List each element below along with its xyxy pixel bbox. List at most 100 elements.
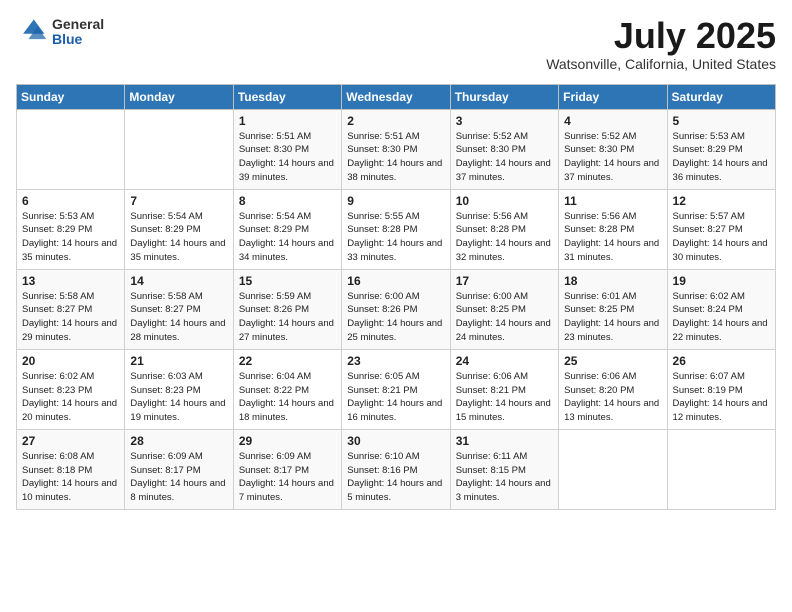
calendar-cell: 9 Sunrise: 5:55 AMSunset: 8:28 PMDaylight… [342,189,450,269]
day-number: 31 [456,434,553,448]
cell-detail: Sunrise: 5:53 AMSunset: 8:29 PMDaylight:… [22,210,119,265]
calendar-cell [125,109,233,189]
day-number: 1 [239,114,336,128]
cell-detail: Sunrise: 5:56 AMSunset: 8:28 PMDaylight:… [564,210,661,265]
calendar-cell: 7 Sunrise: 5:54 AMSunset: 8:29 PMDaylight… [125,189,233,269]
cell-detail: Sunrise: 6:02 AMSunset: 8:23 PMDaylight:… [22,370,119,425]
day-number: 20 [22,354,119,368]
calendar-cell: 13Sunrise: 5:58 AMSunset: 8:27 PMDayligh… [17,269,125,349]
calendar-week-row: 13Sunrise: 5:58 AMSunset: 8:27 PMDayligh… [17,269,776,349]
cell-detail: Sunrise: 5:58 AMSunset: 8:27 PMDaylight:… [130,290,227,345]
cell-detail: Sunrise: 6:08 AMSunset: 8:18 PMDaylight:… [22,450,119,505]
cell-detail: Sunrise: 5:52 AMSunset: 8:30 PMDaylight:… [456,130,553,185]
calendar-cell: 27 Sunrise: 6:08 AMSunset: 8:18 PMDayligh… [17,429,125,509]
day-header: Monday [125,84,233,109]
calendar-cell: 28Sunrise: 6:09 AMSunset: 8:17 PMDayligh… [125,429,233,509]
cell-detail: Sunrise: 5:57 AMSunset: 8:27 PMDaylight:… [673,210,770,265]
calendar-cell: 24 Sunrise: 6:06 AMSunset: 8:21 PMDayligh… [450,349,558,429]
calendar-cell: 3 Sunrise: 5:52 AMSunset: 8:30 PMDaylight… [450,109,558,189]
location: Watsonville, California, United States [546,56,776,72]
day-number: 15 [239,274,336,288]
day-number: 17 [456,274,553,288]
cell-detail: Sunrise: 6:10 AMSunset: 8:16 PMDaylight:… [347,450,444,505]
calendar-cell: 6 Sunrise: 5:53 AMSunset: 8:29 PMDaylight… [17,189,125,269]
day-number: 5 [673,114,770,128]
calendar-cell [559,429,667,509]
calendar-cell [17,109,125,189]
calendar-cell: 4Sunrise: 5:52 AMSunset: 8:30 PMDaylight… [559,109,667,189]
calendar-week-row: 20 Sunrise: 6:02 AMSunset: 8:23 PMDayligh… [17,349,776,429]
cell-detail: Sunrise: 6:03 AMSunset: 8:23 PMDaylight:… [130,370,227,425]
cell-detail: Sunrise: 6:09 AMSunset: 8:17 PMDaylight:… [239,450,336,505]
day-number: 2 [347,114,444,128]
day-number: 24 [456,354,553,368]
header-row: SundayMondayTuesdayWednesdayThursdayFrid… [17,84,776,109]
calendar-cell: 5 Sunrise: 5:53 AMSunset: 8:29 PMDaylight… [667,109,775,189]
day-number: 12 [673,194,770,208]
cell-detail: Sunrise: 5:59 AMSunset: 8:26 PMDaylight:… [239,290,336,345]
cell-detail: Sunrise: 6:05 AMSunset: 8:21 PMDaylight:… [347,370,444,425]
calendar-cell: 2Sunrise: 5:51 AMSunset: 8:30 PMDaylight… [342,109,450,189]
calendar-cell: 14 Sunrise: 5:58 AMSunset: 8:27 PMDayligh… [125,269,233,349]
calendar-cell: 18 Sunrise: 6:01 AMSunset: 8:25 PMDayligh… [559,269,667,349]
calendar-cell: 31 Sunrise: 6:11 AMSunset: 8:15 PMDayligh… [450,429,558,509]
cell-detail: Sunrise: 5:58 AMSunset: 8:27 PMDaylight:… [22,290,119,345]
day-number: 19 [673,274,770,288]
page-header: General Blue July 2025 Watsonville, Cali… [16,16,776,72]
day-header: Thursday [450,84,558,109]
calendar-week-row: 1Sunrise: 5:51 AMSunset: 8:30 PMDaylight… [17,109,776,189]
cell-detail: Sunrise: 6:06 AMSunset: 8:21 PMDaylight:… [456,370,553,425]
calendar-cell: 23 Sunrise: 6:05 AMSunset: 8:21 PMDayligh… [342,349,450,429]
day-number: 11 [564,194,661,208]
cell-detail: Sunrise: 5:56 AMSunset: 8:28 PMDaylight:… [456,210,553,265]
cell-detail: Sunrise: 6:04 AMSunset: 8:22 PMDaylight:… [239,370,336,425]
day-number: 18 [564,274,661,288]
calendar-cell: 8Sunrise: 5:54 AMSunset: 8:29 PMDaylight… [233,189,341,269]
day-number: 21 [130,354,227,368]
calendar-cell: 25Sunrise: 6:06 AMSunset: 8:20 PMDayligh… [559,349,667,429]
day-number: 8 [239,194,336,208]
calendar-cell: 16 Sunrise: 6:00 AMSunset: 8:26 PMDayligh… [342,269,450,349]
day-number: 3 [456,114,553,128]
calendar-cell: 15 Sunrise: 5:59 AMSunset: 8:26 PMDayligh… [233,269,341,349]
calendar-cell [667,429,775,509]
day-number: 25 [564,354,661,368]
calendar-cell: 29 Sunrise: 6:09 AMSunset: 8:17 PMDayligh… [233,429,341,509]
logo-icon [16,16,48,48]
day-header: Friday [559,84,667,109]
calendar-week-row: 27 Sunrise: 6:08 AMSunset: 8:18 PMDayligh… [17,429,776,509]
calendar-cell: 17Sunrise: 6:00 AMSunset: 8:25 PMDayligh… [450,269,558,349]
day-number: 29 [239,434,336,448]
day-number: 4 [564,114,661,128]
month-title: July 2025 [546,16,776,56]
cell-detail: Sunrise: 5:53 AMSunset: 8:29 PMDaylight:… [673,130,770,185]
day-number: 26 [673,354,770,368]
calendar-cell: 12 Sunrise: 5:57 AMSunset: 8:27 PMDayligh… [667,189,775,269]
day-number: 27 [22,434,119,448]
calendar-cell: 10 Sunrise: 5:56 AMSunset: 8:28 PMDayligh… [450,189,558,269]
day-number: 14 [130,274,227,288]
calendar-cell: 26Sunrise: 6:07 AMSunset: 8:19 PMDayligh… [667,349,775,429]
day-number: 6 [22,194,119,208]
calendar-cell: 21 Sunrise: 6:03 AMSunset: 8:23 PMDayligh… [125,349,233,429]
calendar-cell: 20 Sunrise: 6:02 AMSunset: 8:23 PMDayligh… [17,349,125,429]
cell-detail: Sunrise: 6:00 AMSunset: 8:26 PMDaylight:… [347,290,444,345]
logo: General Blue [16,16,104,48]
logo-general: General [52,17,104,32]
cell-detail: Sunrise: 6:11 AMSunset: 8:15 PMDaylight:… [456,450,553,505]
calendar-table: SundayMondayTuesdayWednesdayThursdayFrid… [16,84,776,510]
cell-detail: Sunrise: 5:55 AMSunset: 8:28 PMDaylight:… [347,210,444,265]
day-number: 23 [347,354,444,368]
day-number: 22 [239,354,336,368]
cell-detail: Sunrise: 5:54 AMSunset: 8:29 PMDaylight:… [130,210,227,265]
calendar-week-row: 6 Sunrise: 5:53 AMSunset: 8:29 PMDaylight… [17,189,776,269]
day-number: 7 [130,194,227,208]
day-header: Saturday [667,84,775,109]
day-header: Sunday [17,84,125,109]
day-number: 9 [347,194,444,208]
cell-detail: Sunrise: 6:01 AMSunset: 8:25 PMDaylight:… [564,290,661,345]
day-number: 10 [456,194,553,208]
day-number: 16 [347,274,444,288]
logo-blue: Blue [52,32,104,47]
day-number: 28 [130,434,227,448]
